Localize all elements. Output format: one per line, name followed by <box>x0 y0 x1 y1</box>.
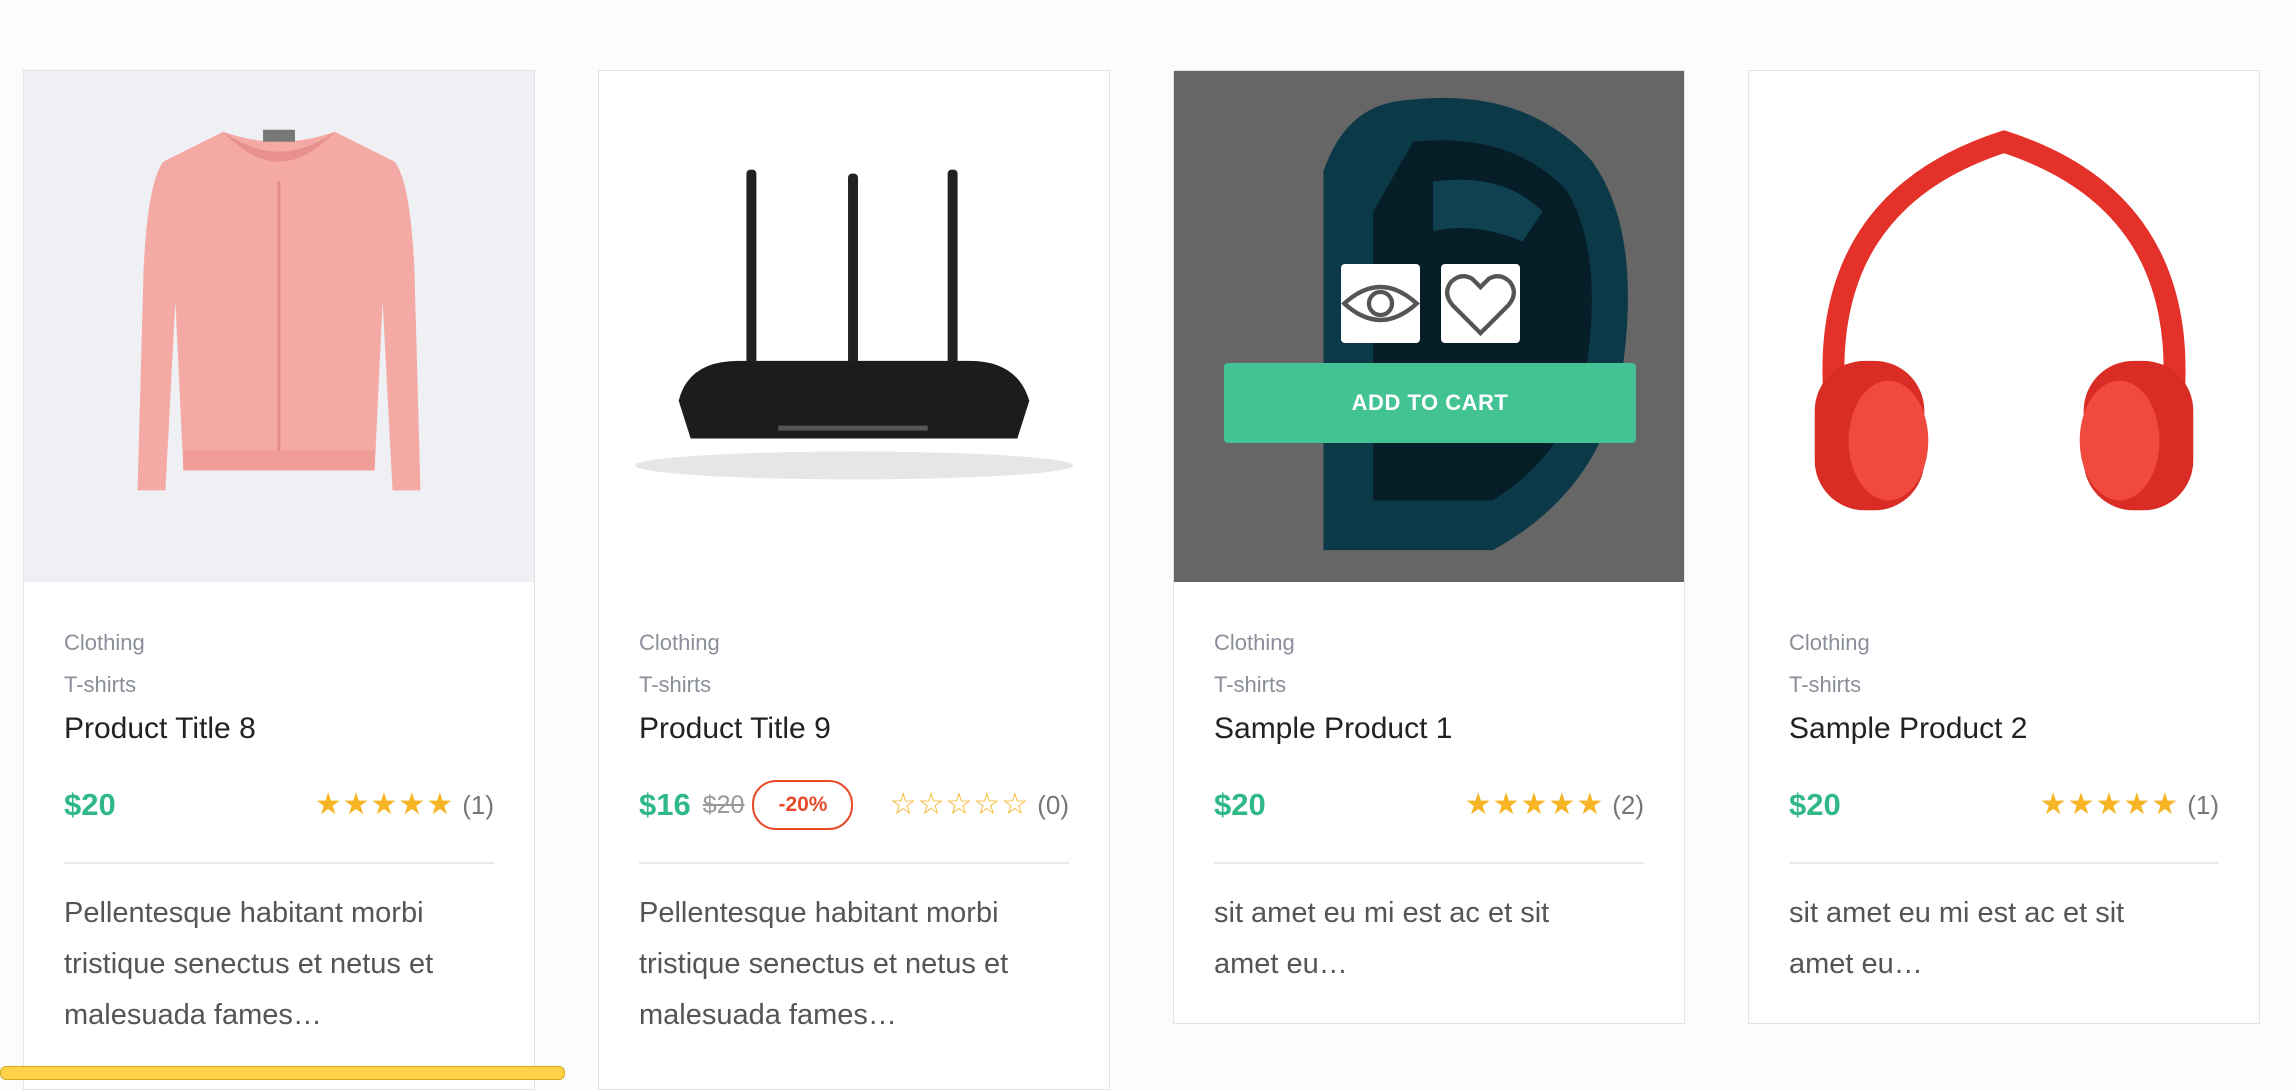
rating-stars: ★★★★★ <box>1464 788 1605 821</box>
product-rating: ☆☆☆☆☆ (0) <box>890 790 1069 821</box>
product-category[interactable]: Clothing <box>1789 632 2219 654</box>
product-title[interactable]: Product Title 9 <box>639 714 1069 744</box>
rating-stars: ★★★★★ <box>2039 788 2180 821</box>
divider <box>1789 862 2219 864</box>
product-description: Pellentesque habitant morbi tristique se… <box>64 897 434 1031</box>
product-title[interactable]: Product Title 8 <box>64 714 494 744</box>
discount-badge: -20% <box>752 780 854 830</box>
product-image[interactable] <box>599 71 1109 582</box>
product-category[interactable]: Clothing <box>639 632 1069 654</box>
wishlist-button[interactable] <box>1441 264 1520 343</box>
product-category[interactable]: Clothing <box>1214 632 1644 654</box>
heart-icon <box>1445 274 1516 337</box>
product-rating: ★★★★★ (1) <box>2040 790 2219 821</box>
product-price: $20 <box>1214 787 1266 822</box>
rating-stars: ☆☆☆☆☆ <box>889 788 1030 821</box>
eye-icon <box>1341 284 1420 323</box>
product-old-price: $20 <box>702 790 745 819</box>
product-description: sit amet eu mi est ac et sit amet eu… <box>1214 897 1550 980</box>
product-price: $20 <box>1789 787 1841 822</box>
product-subcategory[interactable]: T-shirts <box>1789 674 2219 696</box>
rating-stars: ★★★★★ <box>314 788 455 821</box>
rating-count: (0) <box>1037 789 1069 820</box>
product-subcategory[interactable]: T-shirts <box>1214 674 1644 696</box>
product-card[interactable]: Clothing T-shirts Sample Product 2 $20 ★… <box>1748 70 2260 1024</box>
divider <box>64 862 494 864</box>
product-category[interactable]: Clothing <box>64 632 494 654</box>
product-image[interactable] <box>1749 71 2259 582</box>
bottom-strip <box>0 1066 565 1080</box>
rating-count: (1) <box>2187 789 2219 820</box>
product-description: Pellentesque habitant morbi tristique se… <box>639 897 1009 1031</box>
product-subcategory[interactable]: T-shirts <box>64 674 494 696</box>
product-price: $16 <box>639 787 691 822</box>
product-image[interactable] <box>24 71 534 582</box>
rating-count: (2) <box>1612 789 1644 820</box>
product-description: sit amet eu mi est ac et sit amet eu… <box>1789 897 2125 980</box>
router-image <box>634 169 1074 480</box>
product-title[interactable]: Sample Product 1 <box>1214 714 1644 744</box>
product-rating: ★★★★★ (1) <box>315 790 494 821</box>
rating-count: (1) <box>462 789 494 820</box>
product-card[interactable]: Clothing T-shirts Product Title 9 $16 $2… <box>598 70 1110 1090</box>
product-card[interactable]: Clothing T-shirts Product Title 8 $20 ★★… <box>23 70 535 1090</box>
product-title[interactable]: Sample Product 2 <box>1789 714 2219 744</box>
headphones-image <box>1814 130 2194 511</box>
divider <box>639 862 1069 864</box>
add-to-cart-button[interactable]: ADD TO CART <box>1224 363 1636 443</box>
quick-view-button[interactable] <box>1341 264 1420 343</box>
product-rating: ★★★★★ (2) <box>1465 790 1644 821</box>
product-subcategory[interactable]: T-shirts <box>639 674 1069 696</box>
product-price: $20 <box>64 787 116 822</box>
cardigan-image <box>137 129 421 491</box>
divider <box>1214 862 1644 864</box>
product-image[interactable]: ADD TO CART <box>1174 71 1684 582</box>
hover-overlay <box>1174 71 1684 582</box>
product-card[interactable]: ADD TO CART Clothing T-shirts Sample Pro… <box>1173 70 1685 1024</box>
